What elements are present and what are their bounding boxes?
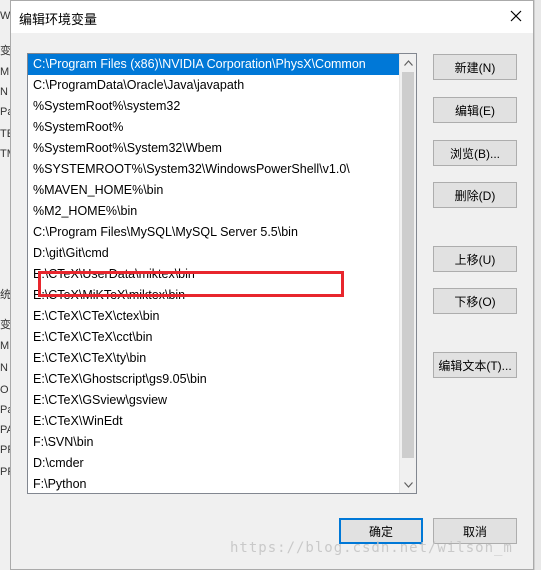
path-list-item[interactable]: E:\CTeX\CTeX\ty\bin: [28, 348, 400, 369]
edit-env-variable-dialog: 编辑环境变量 C:\Program Files (x86)\NVIDIA Cor…: [10, 0, 534, 570]
title-bar: 编辑环境变量: [11, 1, 533, 33]
path-list-item[interactable]: E:\CTeX\GSview\gsview: [28, 390, 400, 411]
background-text-fragment: M: [0, 66, 10, 78]
path-list[interactable]: C:\Program Files (x86)\NVIDIA Corporatio…: [27, 53, 417, 494]
path-list-item[interactable]: D:\cmder: [28, 453, 400, 474]
background-text-fragment: W: [0, 10, 11, 22]
path-list-item[interactable]: %SystemRoot%: [28, 117, 400, 138]
new-button[interactable]: 新建(N): [433, 54, 517, 80]
path-list-item[interactable]: F:\Python: [28, 474, 400, 493]
close-button[interactable]: [505, 5, 527, 27]
vertical-scrollbar[interactable]: [399, 54, 416, 493]
background-text-fragment: O: [0, 384, 9, 396]
path-list-item[interactable]: E:\CTeX\CTeX\cct\bin: [28, 327, 400, 348]
background-text-fragment: M: [0, 340, 10, 352]
move-up-button[interactable]: 上移(U): [433, 246, 517, 272]
path-list-item[interactable]: D:\git\Git\cmd: [28, 243, 400, 264]
background-text-fragment: N: [0, 86, 8, 98]
path-list-item[interactable]: F:\SVN\bin: [28, 432, 400, 453]
background-text-fragment: N: [0, 362, 8, 374]
window-title: 编辑环境变量: [19, 12, 98, 27]
chevron-down-icon: [404, 481, 413, 488]
path-list-item[interactable]: C:\ProgramData\Oracle\Java\javapath: [28, 75, 400, 96]
scrollbar-thumb[interactable]: [402, 72, 414, 458]
path-list-item[interactable]: C:\Program Files (x86)\NVIDIA Corporatio…: [28, 54, 400, 75]
scroll-up-button[interactable]: [400, 54, 416, 71]
background-window-right-edge: [534, 0, 541, 570]
path-list-item[interactable]: %MAVEN_HOME%\bin: [28, 180, 400, 201]
edit-text-button[interactable]: 编辑文本(T)...: [433, 352, 517, 378]
path-list-item[interactable]: E:\CTeX\UserData\miktex\bin: [28, 264, 400, 285]
path-list-item[interactable]: %SYSTEMROOT%\System32\WindowsPowerShell\…: [28, 159, 400, 180]
path-list-item[interactable]: C:\Program Files\MySQL\MySQL Server 5.5\…: [28, 222, 400, 243]
path-list-item[interactable]: E:\CTeX\MiKTeX\miktex\bin: [28, 285, 400, 306]
browse-button[interactable]: 浏览(B)...: [433, 140, 517, 166]
close-icon: [510, 10, 522, 22]
path-list-item[interactable]: E:\CTeX\Ghostscript\gs9.05\bin: [28, 369, 400, 390]
path-list-item[interactable]: %SystemRoot%\System32\Wbem: [28, 138, 400, 159]
delete-button[interactable]: 删除(D): [433, 182, 517, 208]
watermark: https://blog.csdn.net/wilson_m: [230, 540, 513, 556]
edit-button[interactable]: 编辑(E): [433, 97, 517, 123]
path-list-item[interactable]: %SystemRoot%\system32: [28, 96, 400, 117]
scroll-down-button[interactable]: [400, 476, 416, 493]
path-list-items: C:\Program Files (x86)\NVIDIA Corporatio…: [28, 54, 400, 493]
path-list-item[interactable]: %M2_HOME%\bin: [28, 201, 400, 222]
move-down-button[interactable]: 下移(O): [433, 288, 517, 314]
chevron-up-icon: [404, 59, 413, 66]
path-list-item[interactable]: E:\CTeX\CTeX\ctex\bin: [28, 306, 400, 327]
path-list-item[interactable]: E:\CTeX\WinEdt: [28, 411, 400, 432]
